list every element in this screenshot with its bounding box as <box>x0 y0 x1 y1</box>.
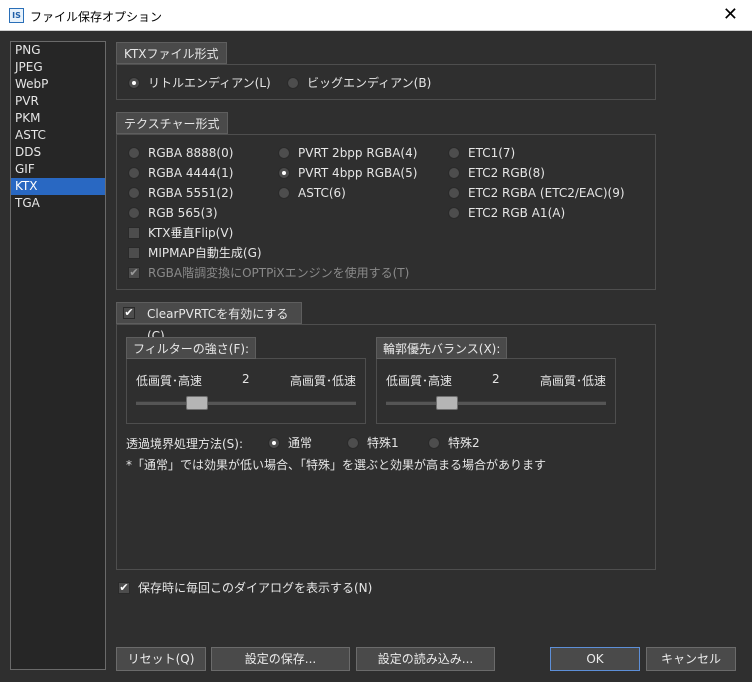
format-list[interactable]: PNG JPEG WebP PVR PKM ASTC DDS GIF KTX T… <box>10 41 106 670</box>
format-item-pkm[interactable]: PKM <box>11 110 105 127</box>
cancel-button[interactable]: キャンセル <box>646 647 736 671</box>
radio-dot[interactable] <box>128 77 140 89</box>
format-item-jpeg[interactable]: JPEG <box>11 59 105 76</box>
filter-slider-thumb[interactable] <box>185 396 208 410</box>
radio-dot[interactable] <box>128 147 140 159</box>
filter-value: 2 <box>242 372 250 386</box>
check-icon[interactable]: ✔ <box>123 307 135 319</box>
radio-dot[interactable] <box>448 167 460 179</box>
filter-high-label: 高画質･低速 <box>290 374 357 388</box>
radio-dot[interactable] <box>287 77 299 89</box>
format-item-ktx[interactable]: KTX <box>11 178 105 195</box>
radio-label: ASTC(6) <box>298 186 346 200</box>
texture-format-header: テクスチャー形式 <box>116 112 228 134</box>
radio-label: RGBA 4444(1) <box>148 166 234 180</box>
save-settings-button[interactable]: 設定の保存... <box>211 647 350 671</box>
format-item-png[interactable]: PNG <box>11 42 105 59</box>
ktx-format-header: KTXファイル形式 <box>116 42 227 64</box>
transparency-note: *「通常」では効果が低い場合、「特殊」を選ぶと効果が高まる場合があります <box>126 458 547 472</box>
format-item-astc[interactable]: ASTC <box>11 127 105 144</box>
title-bar: IS ファイル保存オプション ✕ <box>0 0 752 31</box>
radio-label: 特殊1 <box>367 436 399 450</box>
radio-label: PVRT 2bpp RGBA(4) <box>298 146 418 160</box>
radio-dot[interactable] <box>448 147 460 159</box>
radio-label: 通常 <box>288 436 313 450</box>
radio-label: RGB 565(3) <box>148 206 218 220</box>
radio-label: ETC2 RGBA (ETC2/EAC)(9) <box>468 186 625 200</box>
edge-balance-box <box>376 358 616 424</box>
radio-label: PVRT 4bpp RGBA(5) <box>298 166 418 180</box>
radio-label: ETC1(7) <box>468 146 516 160</box>
radio-label: リトルエンディアン(L) <box>148 76 271 90</box>
radio-dot[interactable] <box>448 207 460 219</box>
app-icon: IS <box>9 8 24 23</box>
checkbox-label: 保存時に毎回このダイアログを表示する(N) <box>138 581 373 595</box>
window-title: ファイル保存オプション <box>30 10 163 24</box>
close-icon[interactable]: ✕ <box>723 4 738 25</box>
checkbox-label: MIPMAP自動生成(G) <box>148 246 262 260</box>
radio-label: RGBA 8888(0) <box>148 146 234 160</box>
filter-low-label: 低画質･高速 <box>136 374 203 388</box>
checkbox-label: KTX垂直Flip(V) <box>148 226 234 240</box>
radio-label: ETC2 RGB(8) <box>468 166 545 180</box>
radio-dot[interactable] <box>268 437 280 449</box>
edge-slider-track[interactable] <box>386 401 606 405</box>
radio-label: ETC2 RGB A1(A) <box>468 206 566 220</box>
checkbox-label: RGBA階調変換にOPTPiXエンジンを使用する(T) <box>148 266 410 280</box>
radio-dot[interactable] <box>428 437 440 449</box>
format-item-gif[interactable]: GIF <box>11 161 105 178</box>
edge-value: 2 <box>492 372 500 386</box>
check-icon[interactable]: ✔ <box>118 582 130 594</box>
radio-label: ビッグエンディアン(B) <box>307 76 432 90</box>
edge-slider-thumb[interactable] <box>435 396 458 410</box>
radio-dot[interactable] <box>278 167 290 179</box>
radio-dot[interactable] <box>448 187 460 199</box>
checkbox-box[interactable] <box>128 247 140 259</box>
format-item-webp[interactable]: WebP <box>11 76 105 93</box>
filter-strength-header: フィルターの強さ(F): <box>126 337 257 359</box>
radio-dot[interactable] <box>128 207 140 219</box>
check-icon: ✔ <box>128 266 140 279</box>
radio-dot[interactable] <box>128 167 140 179</box>
clearpvrtc-enable-checkbox[interactable]: ✔ ClearPVRTCを有効にする(C) <box>116 302 302 343</box>
filter-strength-box <box>126 358 366 424</box>
radio-label: RGBA 5551(2) <box>148 186 234 200</box>
ok-button[interactable]: OK <box>550 647 640 671</box>
radio-dot[interactable] <box>128 187 140 199</box>
filter-slider-track[interactable] <box>136 401 356 405</box>
load-settings-button[interactable]: 設定の読み込み... <box>356 647 495 671</box>
edge-balance-header: 輪郭優先バランス(X): <box>376 337 508 359</box>
format-item-pvr[interactable]: PVR <box>11 93 105 110</box>
radio-dot[interactable] <box>278 147 290 159</box>
format-item-tga[interactable]: TGA <box>11 195 105 212</box>
radio-label: 特殊2 <box>448 436 480 450</box>
format-item-dds[interactable]: DDS <box>11 144 105 161</box>
reset-button[interactable]: リセット(Q) <box>116 647 206 671</box>
radio-dot[interactable] <box>347 437 359 449</box>
transparency-method-label: 透過境界処理方法(S): <box>126 437 244 451</box>
edge-low-label: 低画質･高速 <box>386 374 453 388</box>
radio-dot[interactable] <box>278 187 290 199</box>
checkbox-box[interactable] <box>128 227 140 239</box>
edge-high-label: 高画質･低速 <box>540 374 607 388</box>
